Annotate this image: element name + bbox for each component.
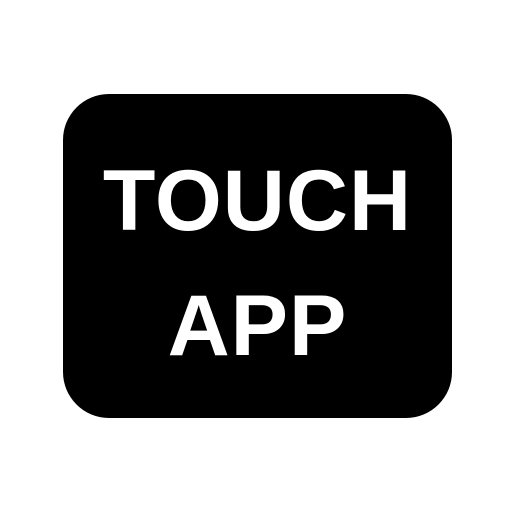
touch-app-icon: TOUCH APP [63, 94, 452, 418]
icon-canvas: TOUCH APP [0, 0, 512, 512]
icon-label-line-1: TOUCH [102, 153, 413, 249]
icon-label-line-2: APP [167, 278, 348, 374]
